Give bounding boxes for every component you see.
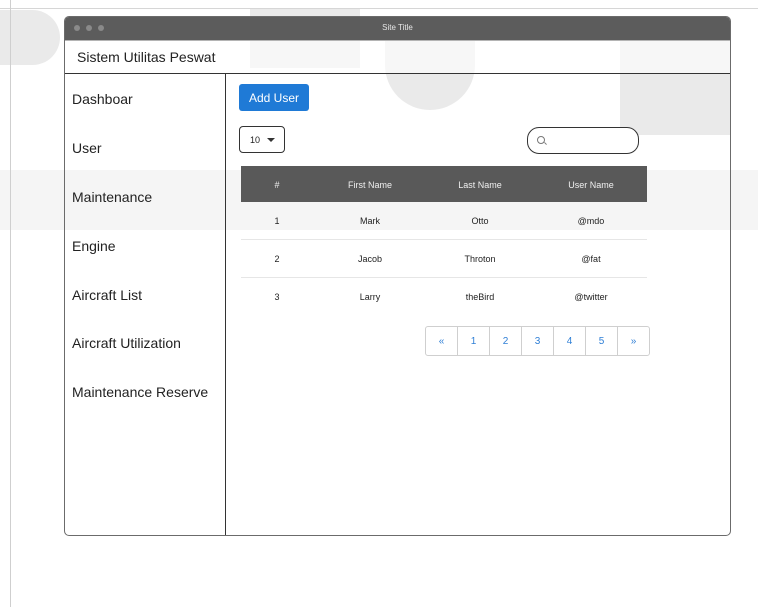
sidebar: Dashboar User Maintenance Engine Aircraf… — [65, 74, 226, 535]
table-cell: theBird — [465, 292, 495, 302]
chevron-down-icon — [267, 138, 275, 142]
pagination: « 1 2 3 4 5 » — [425, 326, 650, 356]
users-table: # First Name Last Name User Name 1 Mark … — [241, 166, 647, 315]
sidebar-item-user[interactable]: User — [72, 140, 102, 156]
watermark-shape — [0, 10, 60, 65]
pagination-page-button[interactable]: 4 — [554, 327, 586, 355]
add-user-button[interactable]: Add User — [239, 84, 309, 111]
pagination-next-button[interactable]: » — [618, 327, 649, 355]
main-content: Add User 10 # First Name Last Name User … — [226, 74, 730, 535]
browser-window: Site Title Sistem Utilitas Peswat Dashbo… — [64, 16, 731, 536]
search-input[interactable] — [527, 127, 639, 154]
page-size-value: 10 — [250, 135, 261, 145]
column-header[interactable]: First Name — [348, 180, 392, 190]
table-cell: @mdo — [577, 216, 605, 226]
table-cell: Otto — [471, 216, 489, 226]
table-header: # First Name Last Name User Name — [241, 166, 647, 202]
pagination-page-button[interactable]: 5 — [586, 327, 618, 355]
table-cell: 3 — [274, 292, 280, 302]
pagination-page-button[interactable]: 1 — [458, 327, 490, 355]
table-row[interactable]: 3 Larry theBird @twitter — [241, 278, 647, 315]
column-header[interactable]: # — [274, 180, 279, 190]
site-title: Site Title — [382, 23, 413, 32]
sidebar-item-dashboard[interactable]: Dashboar — [72, 91, 133, 107]
sidebar-item-maintenance-reserve[interactable]: Maintenance Reserve — [72, 384, 208, 400]
page-size-select[interactable]: 10 — [239, 126, 285, 153]
table-cell: @fat — [581, 254, 601, 264]
sidebar-item-aircraft-list[interactable]: Aircraft List — [72, 287, 142, 303]
table-cell: 1 — [274, 216, 280, 226]
table-row[interactable]: 1 Mark Otto @mdo — [241, 202, 647, 240]
pagination-page-button[interactable]: 2 — [490, 327, 522, 355]
window-titlebar: Site Title — [65, 17, 730, 41]
sidebar-item-engine[interactable]: Engine — [72, 238, 116, 254]
table-cell: Throton — [464, 254, 496, 264]
table-row[interactable]: 2 Jacob Throton @fat — [241, 240, 647, 278]
table-cell: Larry — [359, 292, 381, 302]
sidebar-item-maintenance[interactable]: Maintenance — [72, 189, 152, 205]
column-header[interactable]: Last Name — [458, 180, 502, 190]
column-header[interactable]: User Name — [568, 180, 614, 190]
app-title: Sistem Utilitas Peswat — [77, 49, 216, 65]
table-cell: @twitter — [574, 292, 608, 302]
table-cell: 2 — [274, 254, 280, 264]
app-header: Sistem Utilitas Peswat — [65, 40, 730, 74]
top-rule — [0, 8, 758, 9]
table-cell: Mark — [360, 216, 380, 226]
pagination-prev-button[interactable]: « — [426, 327, 458, 355]
table-cell: Jacob — [357, 254, 383, 264]
search-icon — [537, 136, 545, 144]
pagination-page-button[interactable]: 3 — [522, 327, 554, 355]
sidebar-item-aircraft-utilization[interactable]: Aircraft Utilization — [72, 335, 181, 351]
left-rule — [10, 0, 11, 607]
